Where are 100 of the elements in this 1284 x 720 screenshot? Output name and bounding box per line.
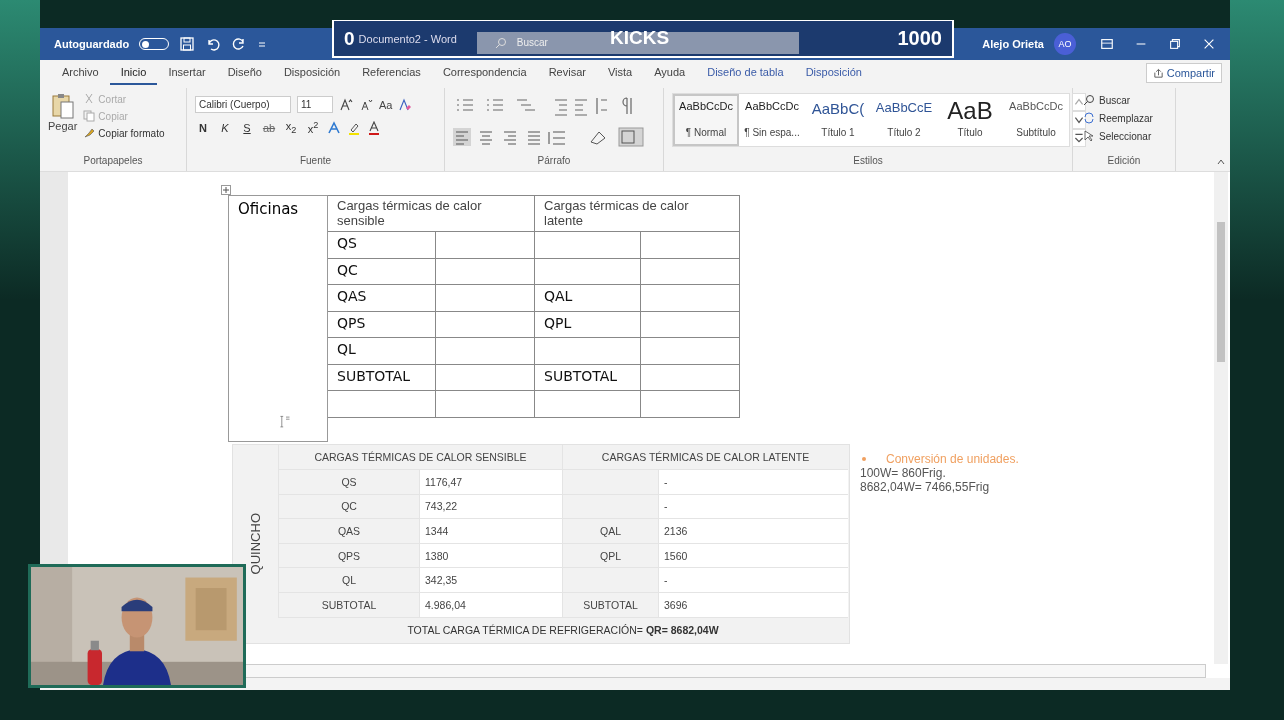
format-button[interactable]: S	[239, 121, 255, 134]
score-right: 1000	[897, 27, 942, 50]
ribbon-tab[interactable]: Disposición	[794, 61, 873, 85]
change-case-button[interactable]: Aa	[379, 98, 393, 111]
search-icon	[494, 36, 507, 49]
style-option[interactable]: AaBbC( Título 1	[805, 94, 871, 146]
table-cell: SUBTOTAL	[328, 364, 436, 391]
font-size-field[interactable]: 11	[297, 96, 333, 113]
text-effects-icon[interactable]	[327, 120, 341, 135]
autosave-label: Autoguardado	[54, 38, 130, 50]
table-cell: QC	[328, 258, 436, 285]
table-cell: QPS	[328, 311, 436, 338]
copy-icon	[83, 110, 96, 122]
note-line: 8682,04W= 7466,55Frig	[860, 480, 991, 494]
style-option[interactable]: AaBbCcDc ¶ Sin espa...	[739, 94, 805, 146]
share-icon	[1152, 67, 1164, 79]
share-button[interactable]: Compartir	[1145, 63, 1222, 83]
ribbon-tab[interactable]: Diseño de tabla	[696, 61, 795, 85]
ribbon-tab[interactable]: Revisar	[537, 61, 597, 85]
style-option[interactable]: AaBbCcE Título 2	[871, 94, 937, 146]
table-cell: -	[658, 567, 848, 592]
brush-icon	[83, 127, 96, 139]
collapse-ribbon-icon[interactable]	[1216, 157, 1226, 167]
customize-icon[interactable]	[257, 39, 268, 49]
table-cell: QAL	[562, 518, 658, 543]
table-header: Cargas térmicas de calor sensible	[337, 198, 482, 228]
table-cell: SUBTOTAL	[562, 591, 658, 617]
format-button[interactable]: x$^{2}$	[305, 120, 321, 135]
format-button[interactable]: N	[195, 121, 211, 134]
style-option[interactable]: AaB Título	[937, 94, 1003, 146]
restore-icon[interactable]	[1168, 37, 1182, 51]
text-cursor-icon	[279, 414, 293, 430]
clipboard-icon	[50, 92, 75, 120]
ribbon-tab[interactable]: Insertar	[157, 61, 217, 85]
group-label: Edición	[1107, 155, 1141, 166]
table-cell: QL	[328, 338, 436, 365]
table-cell: -	[658, 469, 848, 494]
font-family-field[interactable]: Calibri (Cuerpo)	[195, 96, 291, 113]
table-header: CARGAS TÉRMICAS DE CALOR LATENTE	[601, 451, 810, 463]
ribbon-tab[interactable]: Archivo	[51, 61, 110, 85]
table-cell: -	[658, 493, 848, 519]
table-cell: 342,35	[419, 567, 562, 592]
editing-button[interactable]: Reemplazar	[1083, 110, 1175, 126]
table-cell: SUBTOTAL	[535, 364, 641, 391]
grow-font-icon[interactable]	[339, 97, 353, 112]
close-icon[interactable]	[1202, 37, 1216, 51]
ribbon-tab[interactable]: Referencias	[351, 61, 432, 85]
table-cell: QL	[278, 567, 419, 592]
table-cell: QS	[328, 232, 436, 259]
table-cell: QAL	[535, 285, 641, 312]
format-button[interactable]: K	[217, 121, 233, 134]
gallery-down-icon[interactable]	[1072, 111, 1086, 129]
format-button[interactable]: ab	[261, 121, 277, 134]
table-cell: QAS	[278, 518, 419, 543]
table-cell: QC	[278, 493, 419, 519]
ribbon-tab[interactable]: Diseño	[216, 61, 273, 85]
gallery-more-icon[interactable]	[1072, 129, 1086, 147]
table-cell: 743,22	[419, 493, 562, 519]
ribbon-tab[interactable]: Correspondencia	[431, 61, 538, 85]
user-name[interactable]: Alejo Orieta	[982, 38, 1044, 50]
ribbon-tab[interactable]: Ayuda	[643, 61, 697, 85]
editing-button[interactable]: Buscar	[1083, 92, 1175, 108]
table-move-handle-icon[interactable]	[221, 185, 231, 195]
table-cell: 1344	[419, 518, 562, 543]
ribbon-tab[interactable]: Disposición	[272, 61, 352, 85]
table-side-label: QUINCHO	[248, 513, 263, 575]
font-color-icon[interactable]	[367, 120, 381, 135]
undo-icon[interactable]	[205, 36, 222, 52]
vertical-scrollbar[interactable]	[1214, 172, 1228, 664]
table-cell: QS	[278, 469, 419, 494]
table-cell: Oficinas	[238, 200, 299, 218]
table-header: CARGAS TÉRMICAS DE CALOR SENSIBLE	[314, 451, 527, 463]
style-option[interactable]: AaBbCcDc Subtítulo	[1003, 94, 1069, 146]
save-icon[interactable]	[179, 36, 196, 52]
table-cell: QPS	[278, 542, 419, 568]
user-avatar[interactable]: AO	[1054, 33, 1076, 55]
window-title: Documento2 - Word	[358, 32, 457, 45]
table-cell: 1176,47	[419, 469, 562, 494]
style-option[interactable]: AaBbCcDc ¶ Normal	[673, 94, 739, 146]
table-cell: 2136	[658, 518, 848, 543]
search-icon	[1083, 94, 1095, 106]
ribbon-tab[interactable]: Inicio	[109, 61, 158, 85]
paste-button[interactable]: Pegar	[48, 92, 78, 142]
table-cell: TOTAL CARGA TÉRMICA DE REFRIGERACIÓN= QR= 8682,04W	[407, 624, 719, 637]
note-heading: Conversión de unidades.	[886, 452, 1019, 466]
score-left: 0	[344, 27, 355, 50]
table-cell: 1560	[658, 542, 848, 568]
clear-format-icon[interactable]	[398, 97, 413, 112]
table-cell: 1380	[419, 542, 562, 568]
ribbon-display-icon[interactable]	[1100, 37, 1114, 51]
horizontal-scrollbar[interactable]	[245, 664, 1206, 678]
clipboard-button[interactable]: Copiar formato	[81, 126, 167, 140]
replace-icon	[1083, 112, 1095, 124]
shrink-font-icon[interactable]	[359, 97, 373, 112]
group-label: Portapapeles	[83, 155, 143, 166]
ribbon-tab[interactable]: Vista	[596, 61, 644, 85]
pointer-icon	[1083, 130, 1095, 142]
editing-button[interactable]: Seleccionar	[1083, 128, 1175, 144]
format-button[interactable]: x$_{2}$	[283, 120, 299, 136]
table-header: Cargas térmicas de calor latente	[544, 198, 689, 228]
